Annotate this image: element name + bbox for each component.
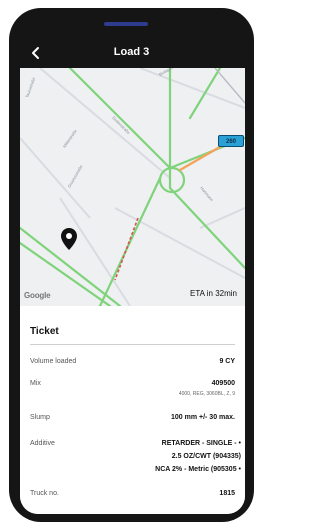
google-logo: Google: [24, 291, 51, 300]
location-pin-icon[interactable]: [61, 228, 77, 250]
svg-text:Gropiusstraße: Gropiusstraße: [67, 163, 84, 188]
ticket-divider: [30, 344, 235, 345]
map-view[interactable]: Taurustraße Dudenstraße Mittelstraße Bud…: [20, 68, 245, 306]
page-title: Load 3: [113, 46, 150, 58]
header-bar: Load 3: [19, 38, 244, 68]
row-label-slump: Slump: [30, 414, 50, 421]
eta-label: ETA in 32min: [190, 289, 237, 298]
row-value-mix: 409500: [211, 380, 235, 387]
row-label-additive: Additive: [30, 440, 55, 447]
row-label-volume: Volume loaded: [30, 358, 77, 365]
map-roads: Taurustraße Dudenstraße Mittelstraße Bud…: [20, 68, 245, 306]
route-badge: 260: [218, 135, 244, 147]
svg-text:Mittelstraße: Mittelstraße: [62, 128, 79, 149]
svg-text:Hartmann: Hartmann: [199, 185, 214, 202]
ticket-card: Ticket Volume loaded 9 CY Mix 409500 400…: [20, 306, 245, 514]
row-value-slump: 100 mm +/- 30 max.: [170, 414, 235, 421]
street-label: Taurustraße: [24, 76, 36, 98]
row-sub-mix: 4000, REG, 3060BL, Z, 9: [178, 391, 235, 397]
row-value-volume: 9 CY: [219, 358, 235, 365]
row-label-truck: Truck no.: [30, 490, 59, 497]
row-value-additive-line: 2.5 OZ/CWT (904335): [171, 453, 241, 460]
screen: Taurustraße Dudenstraße Mittelstraße Bud…: [20, 68, 245, 514]
row-value-truck: 1815: [219, 490, 235, 497]
svg-text:Budapesterstraße: Budapesterstraße: [158, 68, 189, 77]
ticket-title: Ticket: [30, 326, 59, 337]
row-value-additive-line: NCA 2% - Metric (905305 •: [155, 466, 241, 473]
speaker-slot: [104, 22, 148, 26]
phone-frame: Load 3 Taurustraße Dudenstraße Mittelstr…: [9, 8, 254, 522]
row-value-additive-line: RETARDER - SINGLE - •: [161, 440, 241, 447]
row-label-mix: Mix: [30, 380, 41, 387]
